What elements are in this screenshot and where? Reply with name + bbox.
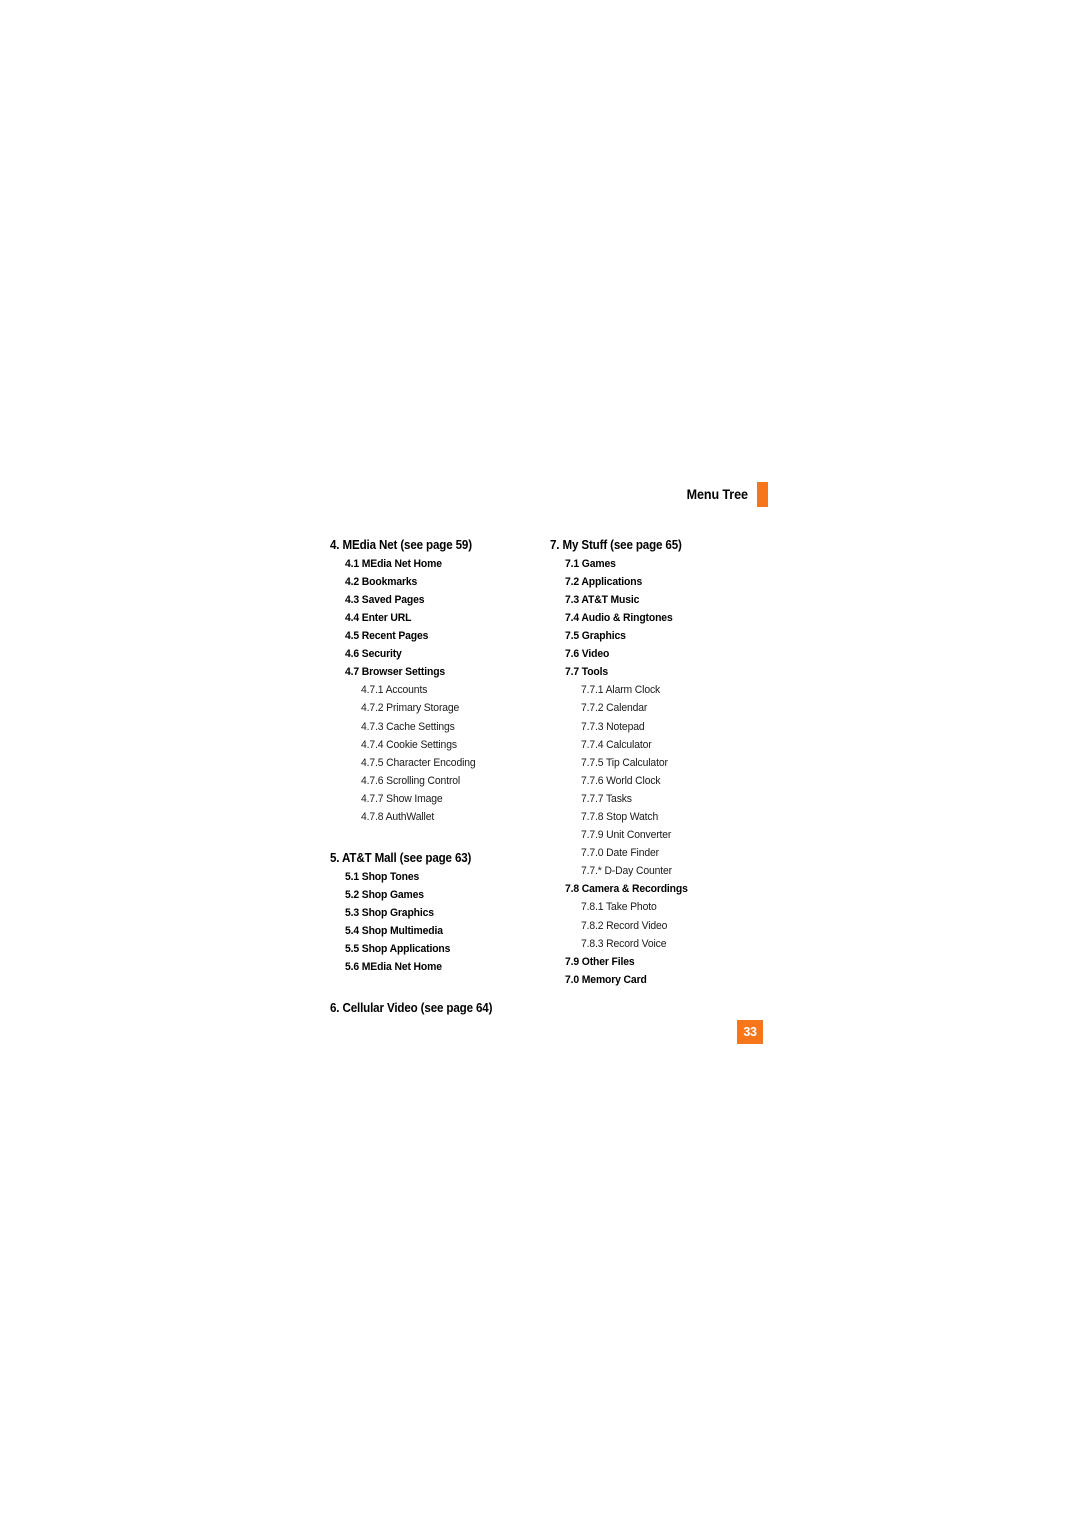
menu-subitem[interactable]: 7.7.9 Unit Converter (581, 826, 755, 844)
menu-subitem[interactable]: 7.8.3 Record Voice (581, 935, 755, 953)
menu-item[interactable]: 7.3 AT&T Music (565, 591, 754, 609)
menu-tree: 4. MEdia Net (see page 59) 4.1 MEdia Net … (330, 536, 770, 1018)
menu-item[interactable]: 5.4 Shop Multimedia (345, 922, 534, 940)
menu-subitem[interactable]: 7.7.5 Tip Calculator (581, 754, 755, 772)
menu-item[interactable]: 5.3 Shop Graphics (345, 904, 534, 922)
menu-section-title[interactable]: 7. My Stuff (see page 65) (550, 536, 752, 554)
menu-subitem[interactable]: 4.7.7 Show Image (361, 790, 535, 808)
menu-subitem[interactable]: 4.7.5 Character Encoding (361, 754, 535, 772)
menu-subitem[interactable]: 7.8.2 Record Video (581, 917, 755, 935)
menu-item[interactable]: 5.5 Shop Applications (345, 940, 534, 958)
menu-subitem[interactable]: 7.8.1 Take Photo (581, 898, 755, 916)
menu-item[interactable]: 7.9 Other Files (565, 953, 754, 971)
menu-item[interactable]: 4.1 MEdia Net Home (345, 555, 534, 573)
page-title: Menu Tree (686, 486, 748, 502)
menu-item[interactable]: 4.5 Recent Pages (345, 627, 534, 645)
menu-tree-right-column: 7. My Stuff (see page 65) 7.1 Games 7.2 Ap… (550, 536, 770, 989)
menu-subitem[interactable]: 4.7.6 Scrolling Control (361, 772, 535, 790)
menu-tree-left-column: 4. MEdia Net (see page 59) 4.1 MEdia Net … (330, 536, 550, 1018)
menu-item[interactable]: 7.6 Video (565, 645, 754, 663)
menu-subitem[interactable]: 7.7.6 World Clock (581, 772, 755, 790)
menu-item[interactable]: 7.5 Graphics (565, 627, 754, 645)
menu-item[interactable]: 7.7 Tools (565, 663, 754, 681)
menu-item[interactable]: 7.2 Applications (565, 573, 754, 591)
menu-item[interactable]: 7.4 Audio & Ringtones (565, 609, 754, 627)
menu-section-title[interactable]: 4. MEdia Net (see page 59) (330, 536, 532, 554)
menu-subitem[interactable]: 4.7.8 AuthWallet (361, 808, 535, 826)
menu-section: 6. Cellular Video (see page 64) (330, 999, 550, 1017)
menu-subitem[interactable]: 7.7.1 Alarm Clock (581, 681, 755, 699)
menu-item[interactable]: 5.2 Shop Games (345, 886, 534, 904)
menu-subitem[interactable]: 4.7.1 Accounts (361, 681, 535, 699)
menu-item[interactable]: 5.1 Shop Tones (345, 868, 534, 886)
menu-section: 4. MEdia Net (see page 59) 4.1 MEdia Net … (330, 536, 550, 826)
menu-item[interactable]: 4.6 Security (345, 645, 534, 663)
menu-section-title[interactable]: 6. Cellular Video (see page 64) (330, 999, 532, 1017)
menu-subitem[interactable]: 7.7.0 Date Finder (581, 844, 755, 862)
menu-subitem[interactable]: 7.7.2 Calendar (581, 699, 755, 717)
menu-subitem[interactable]: 7.7.4 Calculator (581, 736, 755, 754)
menu-subitem[interactable]: 4.7.4 Cookie Settings (361, 736, 535, 754)
menu-subitem[interactable]: 7.7.3 Notepad (581, 718, 755, 736)
header-accent-bar (757, 482, 768, 507)
menu-item[interactable]: 7.1 Games (565, 555, 754, 573)
menu-subitem[interactable]: 4.7.2 Primary Storage (361, 699, 535, 717)
menu-subitem[interactable]: 7.7.7 Tasks (581, 790, 755, 808)
menu-item[interactable]: 4.7 Browser Settings (345, 663, 534, 681)
menu-section-title[interactable]: 5. AT&T Mall (see page 63) (330, 849, 532, 867)
menu-subitem[interactable]: 7.7.8 Stop Watch (581, 808, 755, 826)
menu-item[interactable]: 7.0 Memory Card (565, 971, 754, 989)
menu-item[interactable]: 4.4 Enter URL (345, 609, 534, 627)
menu-item[interactable]: 7.8 Camera & Recordings (565, 880, 754, 898)
menu-item[interactable]: 5.6 MEdia Net Home (345, 958, 534, 976)
menu-item[interactable]: 4.2 Bookmarks (345, 573, 534, 591)
menu-section: 5. AT&T Mall (see page 63) 5.1 Shop Tones… (330, 849, 550, 976)
page-number-badge: 33 (737, 1020, 763, 1044)
menu-item[interactable]: 4.3 Saved Pages (345, 591, 534, 609)
menu-subitem[interactable]: 7.7.* D-Day Counter (581, 862, 755, 880)
running-header: Menu Tree (0, 482, 768, 507)
menu-section: 7. My Stuff (see page 65) 7.1 Games 7.2 Ap… (550, 536, 770, 989)
menu-subitem[interactable]: 4.7.3 Cache Settings (361, 718, 535, 736)
manual-page: Menu Tree 4. MEdia Net (see page 59) 4.1 … (0, 0, 1080, 1527)
